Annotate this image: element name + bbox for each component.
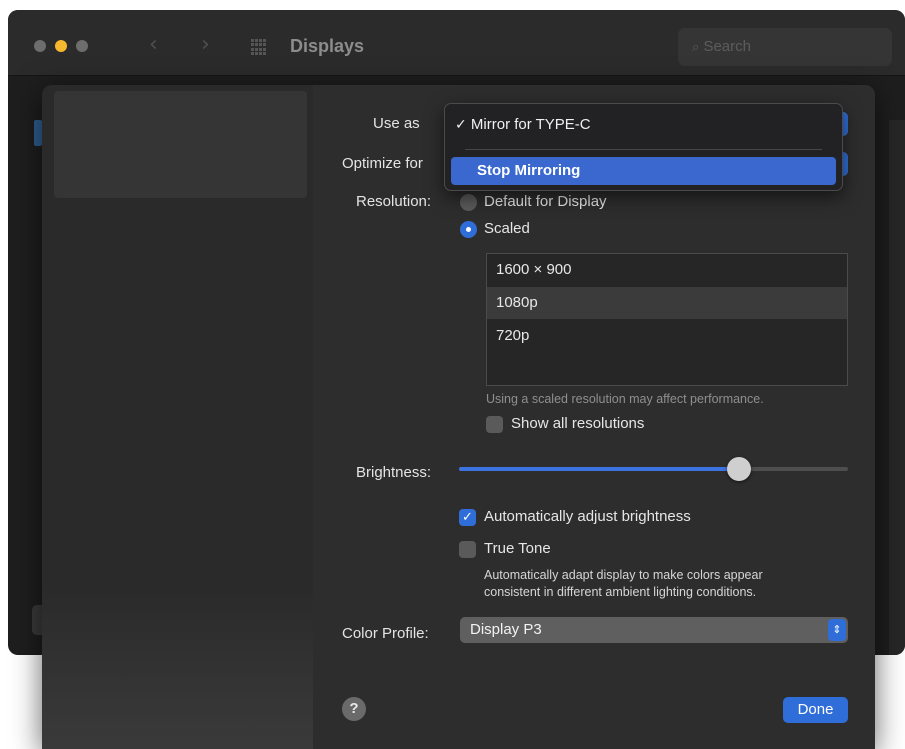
true-tone-note-line2: consistent in different ambient lighting… (484, 585, 757, 599)
zoom-window-button[interactable] (76, 40, 88, 52)
brightness-label: Brightness: (356, 464, 432, 481)
background-selection-strip (34, 120, 42, 146)
minimize-window-button[interactable] (55, 40, 67, 52)
back-chevron-icon[interactable]: ‹ (149, 32, 158, 57)
radio-default-for-display[interactable] (460, 194, 477, 211)
sidebar-display-item[interactable] (54, 91, 307, 198)
help-button[interactable]: ? (342, 697, 366, 721)
auto-brightness-checkbox[interactable]: ✓ (459, 509, 476, 526)
titlebar: ‹ › Displays ⌕ Search (8, 10, 905, 76)
use-as-menu: ✓ Mirror for TYPE-C Stop Mirroring (444, 103, 843, 191)
done-button[interactable]: Done (783, 697, 848, 723)
checkmark-icon: ✓ (455, 117, 467, 133)
search-placeholder: Search (703, 38, 751, 55)
window-title: Displays (290, 36, 365, 56)
resolution-row[interactable]: 1600 × 900 (487, 254, 847, 286)
search-icon: ⌕ (692, 40, 700, 55)
forward-chevron-icon[interactable]: › (201, 32, 210, 57)
optimize-for-label: Optimize for (342, 155, 423, 172)
brightness-slider-fill (459, 467, 740, 471)
color-profile-popup[interactable]: Display P3 ⇕ (460, 617, 848, 643)
auto-brightness-label: Automatically adjust brightness (484, 508, 691, 525)
show-all-resolutions-checkbox[interactable] (486, 416, 503, 433)
menu-item-mirror-label: Mirror for TYPE-C (470, 116, 591, 133)
resolution-label: Resolution: (356, 193, 432, 210)
brightness-slider-knob[interactable] (727, 457, 752, 481)
radio-scaled[interactable] (460, 221, 477, 238)
true-tone-checkbox[interactable] (459, 541, 476, 558)
resolution-row-selected[interactable]: 1080p (487, 287, 847, 319)
radio-default-label: Default for Display (484, 193, 607, 210)
menu-item-stop-mirroring[interactable]: Stop Mirroring (451, 157, 836, 185)
color-profile-label: Color Profile: (342, 625, 429, 642)
show-all-grid-icon[interactable] (251, 39, 267, 55)
true-tone-note-line1: Automatically adapt display to make colo… (484, 568, 763, 582)
resolution-list: 1600 × 900 1080p 720p (486, 253, 848, 386)
brightness-slider[interactable] (459, 457, 848, 481)
show-all-resolutions-label: Show all resolutions (511, 415, 645, 432)
use-as-label: Use as (373, 115, 420, 132)
updown-arrows-icon: ⇕ (828, 619, 846, 641)
color-profile-value: Display P3 (470, 621, 542, 638)
menu-item-mirror[interactable]: ✓ Mirror for TYPE-C (455, 116, 591, 133)
background-right-edge (889, 120, 905, 655)
true-tone-label: True Tone (484, 540, 551, 557)
display-sidebar (42, 85, 313, 749)
radio-scaled-label: Scaled (484, 220, 530, 237)
scaled-performance-note: Using a scaled resolution may affect per… (486, 392, 764, 406)
close-window-button[interactable] (34, 40, 46, 52)
resolution-row[interactable]: 720p (487, 320, 847, 352)
search-field[interactable]: ⌕ Search (678, 28, 892, 66)
menu-separator (465, 149, 822, 150)
